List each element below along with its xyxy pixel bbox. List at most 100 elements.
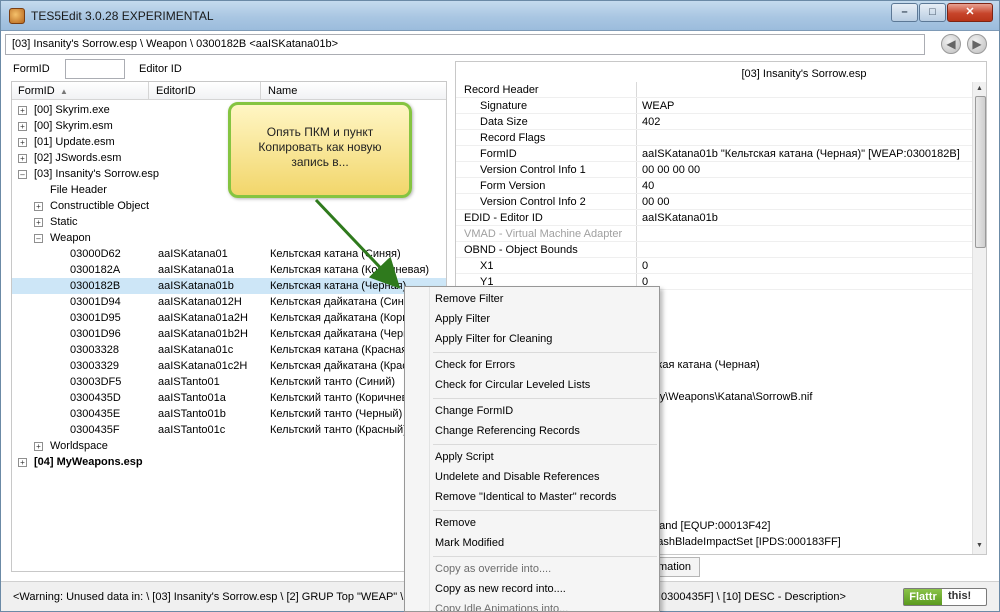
menu-copy-idle-animations[interactable]: Copy Idle Animations into... xyxy=(408,599,658,611)
record-value: 0 xyxy=(642,260,649,272)
record-row[interactable]: Signature WEAP xyxy=(456,98,972,114)
tree-row[interactable]: 0300182B aaISKatana01b Кельтская катана (Ч… xyxy=(12,278,446,294)
expand-icon[interactable]: + xyxy=(18,458,27,467)
col-formid[interactable]: FormID xyxy=(18,85,55,97)
record-row[interactable]: Record Header xyxy=(456,82,972,98)
tree-row[interactable]: 0300435D aaISTanto01a Кельтский танто (Кор… xyxy=(12,390,446,406)
window-controls: – □ ✕ xyxy=(890,3,993,22)
record-row[interactable]: FormID aaISKatana01b "Кельтская катана (Ч… xyxy=(456,146,972,162)
expand-icon[interactable]: + xyxy=(18,106,27,115)
record-row[interactable]: Version Control Info 2 00 00 xyxy=(456,194,972,210)
tree-row[interactable]: + Constructible Object xyxy=(12,198,446,214)
record-value: aaISKatana01b xyxy=(642,212,718,224)
forward-button[interactable]: ▶ xyxy=(967,34,987,54)
scroll-up-icon[interactable]: ▲ xyxy=(976,85,983,92)
editorid-filter-label: Editor ID xyxy=(139,63,182,75)
tree-row[interactable]: + Static xyxy=(12,214,446,230)
expand-icon[interactable]: + xyxy=(18,154,27,163)
tree-row[interactable]: 03003329 aaISKatana01c2H Кельтская дайката… xyxy=(12,358,446,374)
col-separator xyxy=(260,82,261,100)
tree-row[interactable]: 0300435E aaISTanto01b Кельтский танто (Чер… xyxy=(12,406,446,422)
expand-icon[interactable]: + xyxy=(18,138,27,147)
record-row[interactable]: EDID - Editor ID aaISKatana01b xyxy=(456,210,972,226)
tree-editorid: aaISTanto01b xyxy=(158,408,226,420)
tree-formid: Worldspace xyxy=(50,440,108,452)
menu-undelete-disable[interactable]: Undelete and Disable References xyxy=(408,467,658,487)
record-row[interactable]: X1 0 xyxy=(456,258,972,274)
record-row[interactable]: VMAD - Virtual Machine Adapter xyxy=(456,226,972,242)
menu-remove-itm[interactable]: Remove "Identical to Master" records xyxy=(408,487,658,507)
record-row[interactable]: OBND - Object Bounds xyxy=(456,242,972,258)
close-button[interactable]: ✕ xyxy=(947,3,993,22)
tree-formid: File Header xyxy=(50,184,107,196)
tree-formid: [02] JSwords.esm xyxy=(34,152,122,164)
scroll-down-icon[interactable]: ▼ xyxy=(976,542,983,549)
flattr-button[interactable]: Flattr this! xyxy=(903,588,987,606)
maximize-button[interactable]: □ xyxy=(919,3,946,22)
expand-icon[interactable]: + xyxy=(34,442,43,451)
status-text-tail: 0300435F] \ [10] DESC - Description> xyxy=(661,591,846,603)
title-bar[interactable]: TES5Edit 3.0.28 EXPERIMENTAL – □ ✕ xyxy=(1,1,999,31)
tree-row[interactable]: 03000D62 aaISKatana01 Кельтская катана (Си… xyxy=(12,246,446,262)
record-row[interactable]: Version Control Info 1 00 00 00 00 xyxy=(456,162,972,178)
record-value: 00 00 00 00 xyxy=(642,164,701,176)
formid-filter-input[interactable] xyxy=(65,59,125,79)
tree-editorid: aaISTanto01c xyxy=(158,424,226,436)
tree-row[interactable]: 0300435F aaISTanto01c Кельтский танто (Кра… xyxy=(12,422,446,438)
minimize-button[interactable]: – xyxy=(891,3,918,22)
scroll-thumb[interactable] xyxy=(975,96,986,248)
tree-formid: 03001D96 xyxy=(70,328,121,340)
menu-check-errors[interactable]: Check for Errors xyxy=(408,355,658,375)
record-label: Record Header xyxy=(464,84,539,96)
menu-change-formid[interactable]: Change FormID xyxy=(408,401,658,421)
tree-name: Кельтская катана (Красная) xyxy=(270,344,411,356)
expand-icon[interactable]: + xyxy=(34,218,43,227)
menu-apply-script[interactable]: Apply Script xyxy=(408,447,658,467)
tree-row[interactable]: 03001D96 aaISKatana01b2H Кельтская дайката… xyxy=(12,326,446,342)
collapse-icon[interactable]: – xyxy=(18,170,27,179)
record-value: 402 xyxy=(642,116,661,128)
col-name[interactable]: Name xyxy=(268,85,297,97)
expand-icon[interactable]: + xyxy=(18,122,27,131)
tree-formid: 03003DF5 xyxy=(70,376,122,388)
back-button[interactable]: ◀ xyxy=(941,34,961,54)
tree-row[interactable]: 0300182A aaISKatana01a Кельтская катана (К… xyxy=(12,262,446,278)
record-row[interactable]: Form Version 40 xyxy=(456,178,972,194)
menu-apply-filter[interactable]: Apply Filter xyxy=(408,309,658,329)
tree-row[interactable]: + [04] MyWeapons.esp xyxy=(12,454,446,470)
record-view-header: [03] Insanity's Sorrow.esp xyxy=(741,68,867,80)
menu-mark-modified[interactable]: Mark Modified xyxy=(408,533,658,553)
tree-row[interactable]: 03003328 aaISKatana01c Кельтская катана (К… xyxy=(12,342,446,358)
expand-icon[interactable]: + xyxy=(34,202,43,211)
tree-formid: Static xyxy=(50,216,78,228)
tree-formid: [00] Skyrim.esm xyxy=(34,120,113,132)
tree-name: Кельтский танто (Коричнев xyxy=(270,392,408,404)
menu-copy-as-override[interactable]: Copy as override into.... xyxy=(408,559,658,579)
tree-name: Кельтская катана (Черная) xyxy=(270,280,407,292)
editorid-filter-input[interactable] xyxy=(191,59,445,79)
tree-row[interactable]: – Weapon xyxy=(12,230,446,246)
menu-remove[interactable]: Remove xyxy=(408,513,658,533)
collapse-icon[interactable]: – xyxy=(34,234,43,243)
tree-row[interactable]: 03003DF5 aaISTanto01 Кельтский танто (Сини… xyxy=(12,374,446,390)
record-row[interactable]: Data Size 402 xyxy=(456,114,972,130)
tree-name: Кельтская дайкатана (Корич xyxy=(270,312,415,324)
tree-row[interactable]: + Worldspace xyxy=(12,438,446,454)
menu-remove-filter[interactable]: Remove Filter xyxy=(408,289,658,309)
menu-check-circular[interactable]: Check for Circular Leveled Lists xyxy=(408,375,658,395)
path-bar[interactable]: [03] Insanity's Sorrow.esp \ Weapon \ 03… xyxy=(5,34,925,55)
record-label: Record Flags xyxy=(480,132,546,144)
col-editorid[interactable]: EditorID xyxy=(156,85,196,97)
record-row[interactable]: Record Flags xyxy=(456,130,972,146)
tree-editorid: aaISKatana01a xyxy=(158,264,234,276)
menu-change-referencing[interactable]: Change Referencing Records xyxy=(408,421,658,441)
tree-row[interactable]: 03001D94 aaISKatana012H Кельтская дайкатан… xyxy=(12,294,446,310)
instruction-callout: Опять ПКМ и пункт Копировать как новую з… xyxy=(228,102,412,198)
record-value: 40 xyxy=(642,180,655,192)
menu-apply-filter-cleaning[interactable]: Apply Filter for Cleaning xyxy=(408,329,658,349)
menu-copy-as-new-record[interactable]: Copy as new record into.... xyxy=(408,579,658,599)
tree-editorid: aaISKatana01b2H xyxy=(158,328,248,340)
tree-row[interactable]: 03001D95 aaISKatana01a2H Кельтская дайката… xyxy=(12,310,446,326)
record-scrollbar[interactable]: ▲ ▼ xyxy=(972,82,986,554)
menu-separator xyxy=(433,444,657,445)
